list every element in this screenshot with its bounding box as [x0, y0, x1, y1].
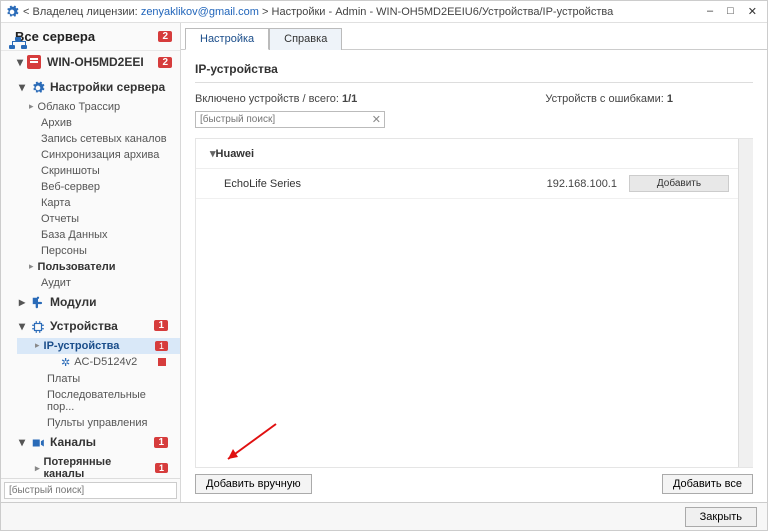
server-icon: [27, 55, 41, 69]
nav-item[interactable]: Скриншоты: [1, 163, 180, 179]
nav-item[interactable]: Отчеты: [1, 211, 180, 227]
nav-item[interactable]: Аудит: [1, 275, 180, 291]
nav-item[interactable]: Персоны: [1, 243, 180, 259]
badge: 1: [155, 341, 168, 351]
nav-item[interactable]: Запись сетевых каналов: [1, 131, 180, 147]
footer: Закрыть: [1, 502, 767, 530]
badge: 2: [158, 57, 172, 68]
chevron-down-icon: ▾: [19, 435, 29, 449]
puzzle-icon: [31, 295, 45, 311]
annotation-arrow-icon: [216, 419, 286, 468]
chip-icon: [31, 318, 45, 334]
group-modules[interactable]: ▸ Модули: [1, 291, 180, 315]
sidebar-search: [1, 478, 180, 502]
tab-settings[interactable]: Настройка: [185, 28, 269, 50]
tab-help[interactable]: Справка: [269, 28, 342, 50]
nav-item[interactable]: База Данных: [1, 227, 180, 243]
ip-devices-panel: IP-устройства Включено устройств / всего…: [181, 50, 767, 502]
error-dot-icon: [158, 358, 166, 366]
vendor-group[interactable]: Huawei: [196, 139, 753, 169]
panel-title: IP-устройства: [195, 62, 753, 83]
device-row: EchoLife Series 192.168.100.1 Добавить: [196, 169, 753, 199]
add-device-button[interactable]: Добавить: [629, 175, 729, 192]
group-devices[interactable]: ▾ Устройства 1: [1, 314, 180, 338]
close-dialog-button[interactable]: Закрыть: [685, 507, 757, 527]
tab-bar: Настройка Справка: [181, 23, 767, 50]
chevron-down-icon: ▾: [19, 319, 29, 333]
close-button[interactable]: ✕: [748, 5, 757, 18]
camera-icon: ✲: [61, 356, 70, 369]
enabled-count: Включено устройств / всего: 1/1: [195, 93, 545, 105]
nav-lost-channels[interactable]: Потерянные каналы 1: [17, 454, 180, 478]
badge: 2: [158, 31, 172, 42]
breadcrumb: < Владелец лицензии: zenyaklikov@gmail.c…: [23, 6, 707, 18]
videocam-icon: [31, 435, 45, 451]
device-ip: 192.168.100.1: [509, 178, 629, 190]
group-settings[interactable]: ▾ Настройки сервера: [1, 75, 180, 99]
all-servers-row[interactable]: Все сервера 2: [1, 23, 180, 51]
quick-search-input[interactable]: [195, 111, 385, 128]
server-node[interactable]: ▾ WIN-OH5MD2EEI 2: [1, 51, 180, 73]
badge: 1: [155, 463, 168, 473]
device-name: EchoLife Series: [224, 178, 509, 190]
nav-item[interactable]: Веб-сервер: [1, 179, 180, 195]
nav-item[interactable]: Платы: [17, 371, 180, 387]
nav-tree: ▾ Настройки сервера Облако Трассир Архив…: [1, 73, 180, 478]
nav-item[interactable]: Пульты управления: [17, 415, 180, 431]
titlebar: < Владелец лицензии: zenyaklikov@gmail.c…: [1, 1, 767, 23]
nav-item[interactable]: Облако Трассир: [1, 99, 180, 115]
chevron-down-icon: ▾: [19, 80, 29, 94]
gear-icon: [5, 5, 19, 19]
minimize-button[interactable]: –: [707, 5, 713, 18]
gear-icon: [31, 79, 45, 95]
nav-item[interactable]: Синхронизация архива: [1, 147, 180, 163]
owner-email-link[interactable]: zenyaklikov@gmail.com: [141, 6, 259, 18]
add-manual-button[interactable]: Добавить вручную: [195, 474, 312, 494]
add-all-button[interactable]: Добавить все: [662, 474, 753, 494]
maximize-button[interactable]: □: [727, 5, 734, 18]
error-count: Устройств с ошибками: 1: [545, 93, 673, 105]
device-list: Huawei EchoLife Series 192.168.100.1 Доб…: [195, 138, 753, 468]
nav-camera[interactable]: ✲ AC-D5124v2: [17, 354, 180, 371]
nav-ip-devices[interactable]: IP-устройства 1: [17, 338, 180, 354]
sidebar-search-input[interactable]: [4, 482, 177, 499]
chevron-right-icon: ▸: [19, 295, 29, 309]
clear-icon[interactable]: ✕: [372, 113, 381, 126]
nav-item[interactable]: Последовательные пор...: [17, 387, 180, 415]
group-channels[interactable]: ▾ Каналы 1: [1, 431, 180, 455]
nav-item[interactable]: Пользователи: [1, 259, 180, 275]
badge: 1: [154, 320, 168, 331]
nav-item[interactable]: Карта: [1, 195, 180, 211]
badge: 1: [154, 437, 168, 448]
nav-item[interactable]: Архив: [1, 115, 180, 131]
sidebar: Все сервера 2 ▾ WIN-OH5MD2EEI 2 ▾ Настро…: [1, 23, 181, 502]
chevron-down-icon: ▾: [15, 55, 25, 69]
